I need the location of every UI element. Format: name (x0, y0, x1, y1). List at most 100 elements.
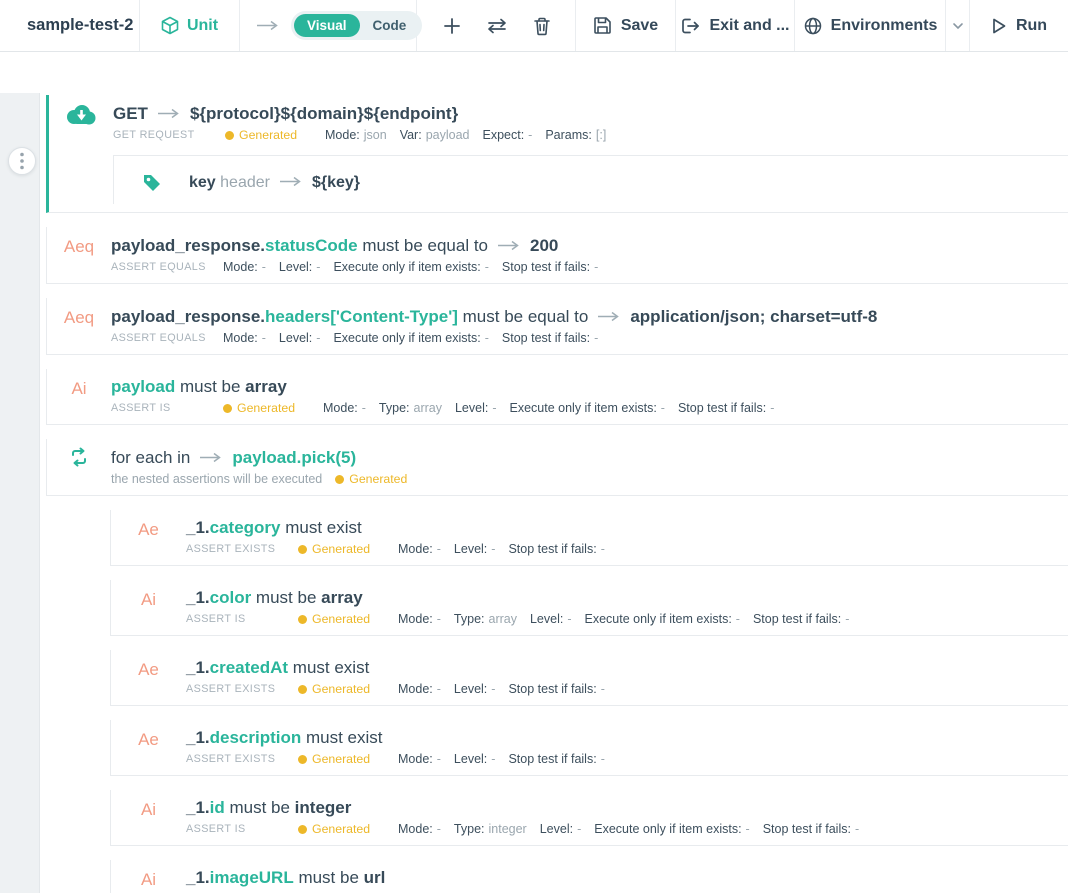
meta-label: Stop test if fails: (502, 260, 590, 274)
step-head: Ae _1.description must existASSERT EXISTS… (111, 726, 1068, 767)
save-label: Save (621, 17, 658, 35)
generated-badge: Generated (298, 682, 398, 697)
meta-label: Execute only if item exists: (333, 260, 480, 274)
assert-equals-status-step[interactable]: Aeqpayload_response.statusCode must be e… (46, 227, 1068, 284)
request-modifiers: key header${key} (113, 155, 1068, 204)
step-type-label: ASSERT EQUALS (111, 260, 223, 275)
meta-label: Level: (454, 682, 487, 696)
assert-exists-createdat-step[interactable]: Ae_1.createdAt must existASSERT EXISTSGe… (110, 650, 1068, 706)
environments-button[interactable]: Environments (795, 0, 945, 51)
generated-badge: Generated (298, 612, 398, 627)
step-actions-group (417, 0, 576, 51)
meta-value: payload (426, 128, 470, 142)
meta-value: - (601, 682, 605, 696)
title-segment: integer (295, 798, 352, 817)
reorder-steps-button[interactable] (486, 17, 508, 35)
meta-value: - (437, 752, 441, 766)
delete-step-button[interactable] (533, 16, 551, 36)
title-segment: url (364, 868, 386, 887)
step-type-badge: Ae (138, 658, 159, 681)
step-meta-row: ASSERT ISGeneratedMode:-Type:integerLeve… (186, 822, 1068, 837)
meta-value: - (528, 128, 532, 142)
step-type-badge: Ae (138, 728, 159, 751)
step-gutter: Ai (111, 796, 186, 821)
environments-dropdown-button[interactable] (945, 0, 969, 51)
meta-label: Type: (379, 401, 410, 415)
step-type-label: GET REQUEST (113, 128, 225, 143)
assert-exists-description-step[interactable]: Ae _1.description must existASSERT EXISTS… (110, 720, 1068, 776)
meta-item: Execute only if item exists:- (333, 331, 488, 346)
test-name: sample-test-2 (27, 16, 133, 35)
add-step-button[interactable] (442, 16, 462, 36)
assert-is-payload-array-step[interactable]: Aipayload must be arrayASSERT ISGenerate… (46, 369, 1068, 425)
exit-button[interactable]: Exit and ... (680, 17, 789, 35)
step-title: _1.description must exist (186, 726, 1068, 749)
meta-value: - (601, 752, 605, 766)
title-segment: _1. (186, 658, 210, 677)
meta-item: Type:array (454, 612, 517, 627)
title-segment: array (245, 377, 287, 396)
exit-group: Exit and ... (676, 0, 795, 51)
step-type-label: ASSERT EXISTS (186, 682, 298, 697)
meta-value: - (491, 682, 495, 696)
step-head: Ai_1.imageURL must be urlASSERT ISGenera… (111, 866, 1068, 893)
meta-label: Mode: (398, 542, 433, 556)
meta-value: - (577, 822, 581, 836)
step-body: _1.color must be arrayASSERT ISGenerated… (186, 586, 1068, 627)
step-head: Ai_1.id must be integerASSERT ISGenerate… (111, 796, 1068, 837)
kebab-icon (20, 152, 24, 170)
meta-label: Execute only if item exists: (594, 822, 741, 836)
unit-button[interactable]: Unit (161, 16, 218, 35)
title-segment: array (321, 588, 363, 607)
step-gutter: Ai (47, 375, 111, 400)
meta-label: Params: (545, 128, 592, 142)
tab-visual[interactable]: Visual (294, 14, 360, 37)
title-segment: createdAt (210, 658, 288, 677)
step-body: _1.description must existASSERT EXISTSGe… (186, 726, 1068, 767)
meta-label: Mode: (398, 682, 433, 696)
header-key-row[interactable]: key header${key} (114, 170, 1068, 194)
test-canvas: GET${protocol}${domain}${endpoint}GET RE… (46, 52, 1068, 893)
step-body: payload must be arrayASSERT ISGeneratedM… (111, 375, 1068, 416)
left-rail (0, 93, 40, 893)
meta-value: - (491, 752, 495, 766)
meta-item: Mode:- (223, 260, 266, 275)
meta-value: - (567, 612, 571, 626)
generated-label: Generated (312, 822, 370, 837)
generated-label: Generated (312, 612, 370, 627)
meta-item: Mode:- (398, 752, 441, 767)
more-options-button[interactable] (8, 147, 36, 175)
step-type-badge: Aeq (64, 306, 94, 329)
meta-label: Mode: (398, 752, 433, 766)
step-head: Ae_1.createdAt must existASSERT EXISTSGe… (111, 656, 1068, 697)
title-segment: must be (294, 868, 364, 887)
step-gutter: Aeq (47, 233, 111, 258)
tab-code[interactable]: Code (360, 14, 420, 37)
assert-exists-category-step[interactable]: Ae_1.category must existASSERT EXISTSGen… (110, 510, 1068, 566)
meta-item: Stop test if fails:- (502, 331, 598, 346)
save-button[interactable]: Save (593, 16, 658, 35)
unit-group: Unit (140, 0, 240, 51)
get-request-step[interactable]: GET${protocol}${domain}${endpoint}GET RE… (46, 95, 1068, 213)
meta-item: Mode:- (323, 401, 366, 416)
for-each-loop-step[interactable]: for each inpayload.pick(5)the nested ass… (46, 439, 1068, 496)
meta-label: Level: (540, 822, 573, 836)
step-title: payload must be array (111, 375, 1068, 398)
run-button[interactable]: Run (991, 17, 1047, 35)
step-meta-row: GET REQUESTGeneratedMode:jsonVar:payload… (113, 128, 1068, 143)
loop-note: the nested assertions will be executed (111, 472, 322, 487)
step-meta-row: ASSERT ISGeneratedMode:-Type:arrayLevel:… (111, 401, 1068, 416)
step-head: Aeqpayload_response.headers['Content-Typ… (47, 304, 1068, 346)
step-head: Ae_1.category must existASSERT EXISTSGen… (111, 516, 1068, 557)
assert-is-color-array-step[interactable]: Ai_1.color must be arrayASSERT ISGenerat… (110, 580, 1068, 636)
meta-item: Stop test if fails:- (678, 401, 774, 416)
meta-value: - (362, 401, 366, 415)
chevron-down-icon (952, 22, 964, 30)
assert-equals-content-type-step[interactable]: Aeqpayload_response.headers['Content-Typ… (46, 298, 1068, 355)
generated-dot-icon (225, 131, 234, 140)
step-head: Aeqpayload_response.statusCode must be e… (47, 233, 1068, 275)
assert-is-imageurl-url-step[interactable]: Ai_1.imageURL must be urlASSERT ISGenera… (110, 860, 1068, 893)
assert-is-id-integer-step[interactable]: Ai_1.id must be integerASSERT ISGenerate… (110, 790, 1068, 846)
meta-label: Stop test if fails: (678, 401, 766, 415)
meta-value: - (492, 401, 496, 415)
